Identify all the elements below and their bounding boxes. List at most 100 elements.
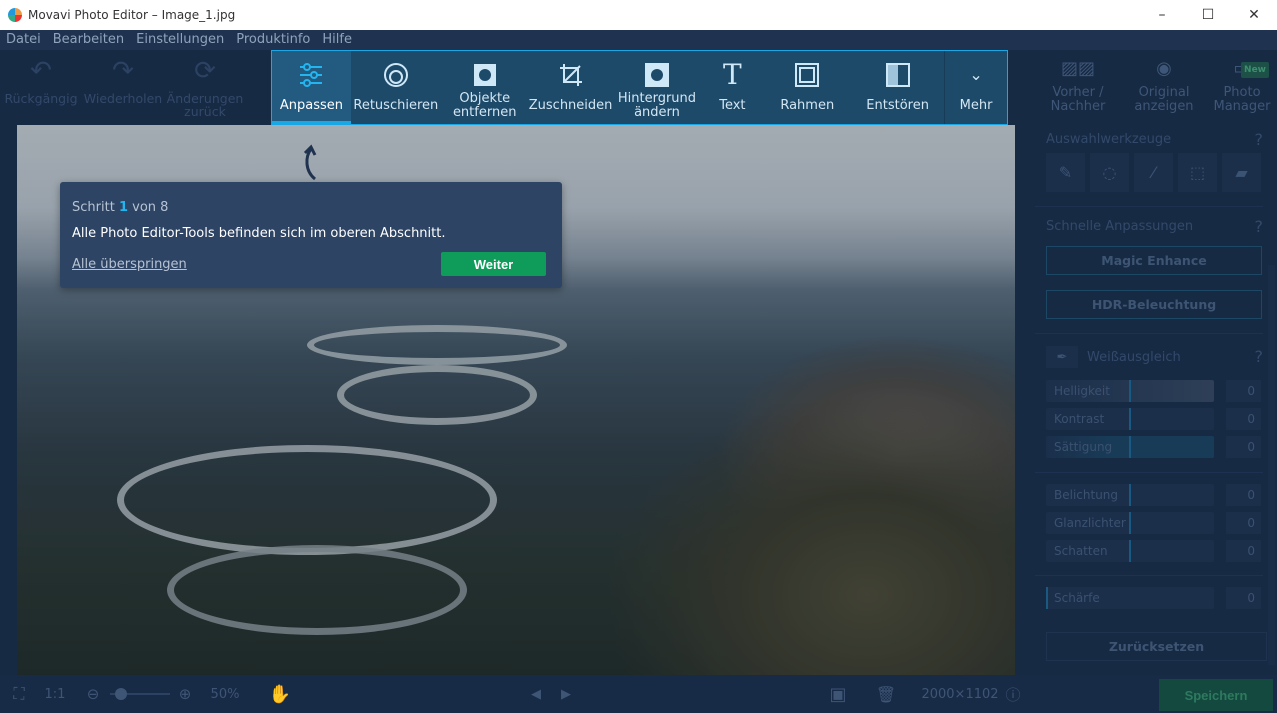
eraser-tool[interactable]: ▰ — [1222, 153, 1261, 192]
contrast-value[interactable]: 0 — [1226, 408, 1261, 430]
sliders-icon — [298, 59, 324, 91]
redo-button[interactable]: ↷ Wiederholen — [82, 50, 164, 125]
before-after-icon: ▨▨ — [1060, 58, 1095, 79]
panel-scrollbar[interactable] — [1268, 265, 1275, 665]
minimize-button[interactable]: – — [1139, 0, 1185, 30]
menu-bearbeiten[interactable]: Bearbeiten — [47, 30, 130, 50]
pointer-arrow-icon — [303, 144, 317, 181]
zoom-in-icon[interactable]: ⊕ — [176, 675, 194, 713]
contrast-slider[interactable]: Kontrast — [1046, 408, 1214, 430]
divider — [1035, 206, 1263, 207]
eyedropper-button[interactable]: ✒ — [1046, 346, 1078, 368]
menu-einstellungen[interactable]: Einstellungen — [130, 30, 230, 50]
frame-icon — [795, 59, 820, 91]
face-icon — [383, 59, 409, 91]
exposure-slider[interactable]: Belichtung — [1046, 484, 1214, 506]
lasso-tool[interactable]: ◌ — [1090, 153, 1129, 192]
maximize-button[interactable]: ☐ — [1185, 0, 1231, 30]
white-balance-title: Weißausgleich — [1087, 350, 1181, 365]
lasso-icon: ◌ — [1102, 163, 1117, 182]
before-after-button[interactable]: ▨▨ Vorher / Nachher — [1035, 50, 1121, 125]
app-logo-icon — [8, 8, 22, 22]
gallery-icon[interactable]: ▣ — [818, 675, 858, 713]
tab-entstoeren[interactable]: Entstören — [851, 51, 944, 124]
crop-icon — [559, 59, 583, 91]
menu-bar: Datei Bearbeiten Einstellungen Produktin… — [0, 30, 1277, 50]
new-badge: New — [1241, 62, 1269, 78]
saturation-slider[interactable]: Sättigung — [1046, 436, 1214, 458]
window-title: Movavi Photo Editor – Image_1.jpg — [28, 8, 236, 22]
magic-wand-icon: ⁄ — [1152, 163, 1155, 182]
quick-adjust-title: Schnelle Anpassungen — [1046, 219, 1194, 234]
skip-all-link[interactable]: Alle überspringen — [72, 257, 187, 272]
menu-produktinfo[interactable]: Produktinfo — [230, 30, 316, 50]
tab-hintergrund-aendern[interactable]: Hintergrund ändern — [613, 51, 702, 124]
exposure-value[interactable]: 0 — [1226, 484, 1261, 506]
tour-step-counter: Schritt 1 von 8 — [72, 200, 169, 215]
saturation-value[interactable]: 0 — [1226, 436, 1261, 458]
reset-button[interactable]: Zurücksetzen — [1046, 632, 1267, 661]
actual-size-button[interactable]: 1:1 — [40, 675, 70, 713]
background-icon — [644, 59, 669, 91]
sharpness-slider[interactable]: Schärfe — [1046, 587, 1214, 609]
rect-select-tool[interactable]: ⬚ — [1178, 153, 1217, 192]
reset-icon: ⟳ — [194, 56, 216, 86]
magic-enhance-button[interactable]: Magic Enhance — [1046, 246, 1262, 275]
brush-tool[interactable]: ✎ — [1046, 153, 1085, 192]
eye-icon: ◉ — [1156, 58, 1172, 79]
tab-retuschieren[interactable]: Retuschieren — [351, 51, 441, 124]
brush-icon: ✎ — [1058, 163, 1073, 182]
bottom-bar: ⛶ 1:1 ⊖ ⊕ 50% ✋ ◀ ▶ ▣ 🗑 2000×1102 ⓘ Spei… — [0, 675, 1277, 713]
menu-datei[interactable]: Datei — [0, 30, 47, 50]
image-dimensions: 2000×1102 — [921, 686, 999, 702]
magic-wand-tool[interactable]: ⁄ — [1134, 153, 1173, 192]
next-button[interactable]: Weiter — [441, 252, 546, 276]
zoom-level: 50% — [210, 686, 240, 702]
title-bar: Movavi Photo Editor – Image_1.jpg – ☐ ✕ — [0, 0, 1277, 30]
toolbar: ↶ Rückgängig ↷ Wiederholen ⟳ Änderungen zur… — [0, 50, 1277, 125]
undo-icon: ↶ — [30, 56, 52, 86]
divider — [1035, 333, 1263, 334]
shadows-value[interactable]: 0 — [1226, 540, 1261, 562]
hand-icon[interactable]: ✋ — [268, 675, 292, 713]
tab-mehr[interactable]: ⌄ Mehr — [944, 51, 1007, 124]
tab-anpassen[interactable]: Anpassen — [272, 51, 351, 124]
brightness-slider[interactable]: Helligkeit — [1046, 380, 1214, 402]
photo-manager-button[interactable]: ▭NewPhoto Manager — [1207, 50, 1277, 125]
zoom-slider-handle[interactable] — [114, 688, 127, 700]
divider — [1035, 472, 1263, 473]
hdr-button[interactable]: HDR-Beleuchtung — [1046, 290, 1262, 319]
eraser-object-icon — [473, 59, 496, 91]
help-icon[interactable]: ? — [1255, 347, 1264, 366]
rect-select-icon: ⬚ — [1189, 163, 1206, 182]
highlights-value[interactable]: 0 — [1226, 512, 1261, 534]
tab-rahmen[interactable]: Rahmen — [763, 51, 851, 124]
sharpness-value[interactable]: 0 — [1226, 587, 1261, 609]
tab-zuschneiden[interactable]: Zuschneiden — [529, 51, 613, 124]
redo-icon: ↷ — [112, 56, 134, 86]
info-icon[interactable]: ⓘ — [1003, 675, 1023, 713]
menu-hilfe[interactable]: Hilfe — [316, 30, 358, 50]
zoom-out-icon[interactable]: ⊖ — [84, 675, 102, 713]
chevron-down-icon: ⌄ — [969, 65, 983, 84]
zoom-slider[interactable] — [110, 675, 170, 713]
tab-text[interactable]: T Text — [701, 51, 763, 124]
tab-objekte-entfernen[interactable]: Objekte entfernen — [441, 51, 529, 124]
shadows-slider[interactable]: Schatten — [1046, 540, 1214, 562]
fit-screen-icon[interactable]: ⛶ — [6, 675, 32, 713]
close-button[interactable]: ✕ — [1231, 0, 1277, 30]
divider — [1035, 575, 1263, 576]
highlights-slider[interactable]: Glanzlichter — [1046, 512, 1214, 534]
revert-changes-button[interactable]: ⟳ Änderungen zurück — [164, 50, 246, 125]
tour-message: Alle Photo Editor-Tools befinden sich im… — [72, 226, 446, 241]
help-icon[interactable]: ? — [1255, 130, 1264, 149]
trash-icon[interactable]: 🗑 — [876, 675, 896, 713]
eraser-icon: ▰ — [1235, 163, 1248, 182]
prev-image-icon[interactable]: ◀ — [528, 675, 544, 713]
show-original-button[interactable]: ◉ Original anzeigen — [1121, 50, 1207, 125]
brightness-value[interactable]: 0 — [1226, 380, 1261, 402]
next-image-icon[interactable]: ▶ — [558, 675, 574, 713]
undo-button[interactable]: ↶ Rückgängig — [0, 50, 82, 125]
help-icon[interactable]: ? — [1255, 217, 1264, 236]
save-button[interactable]: Speichern — [1159, 679, 1273, 711]
